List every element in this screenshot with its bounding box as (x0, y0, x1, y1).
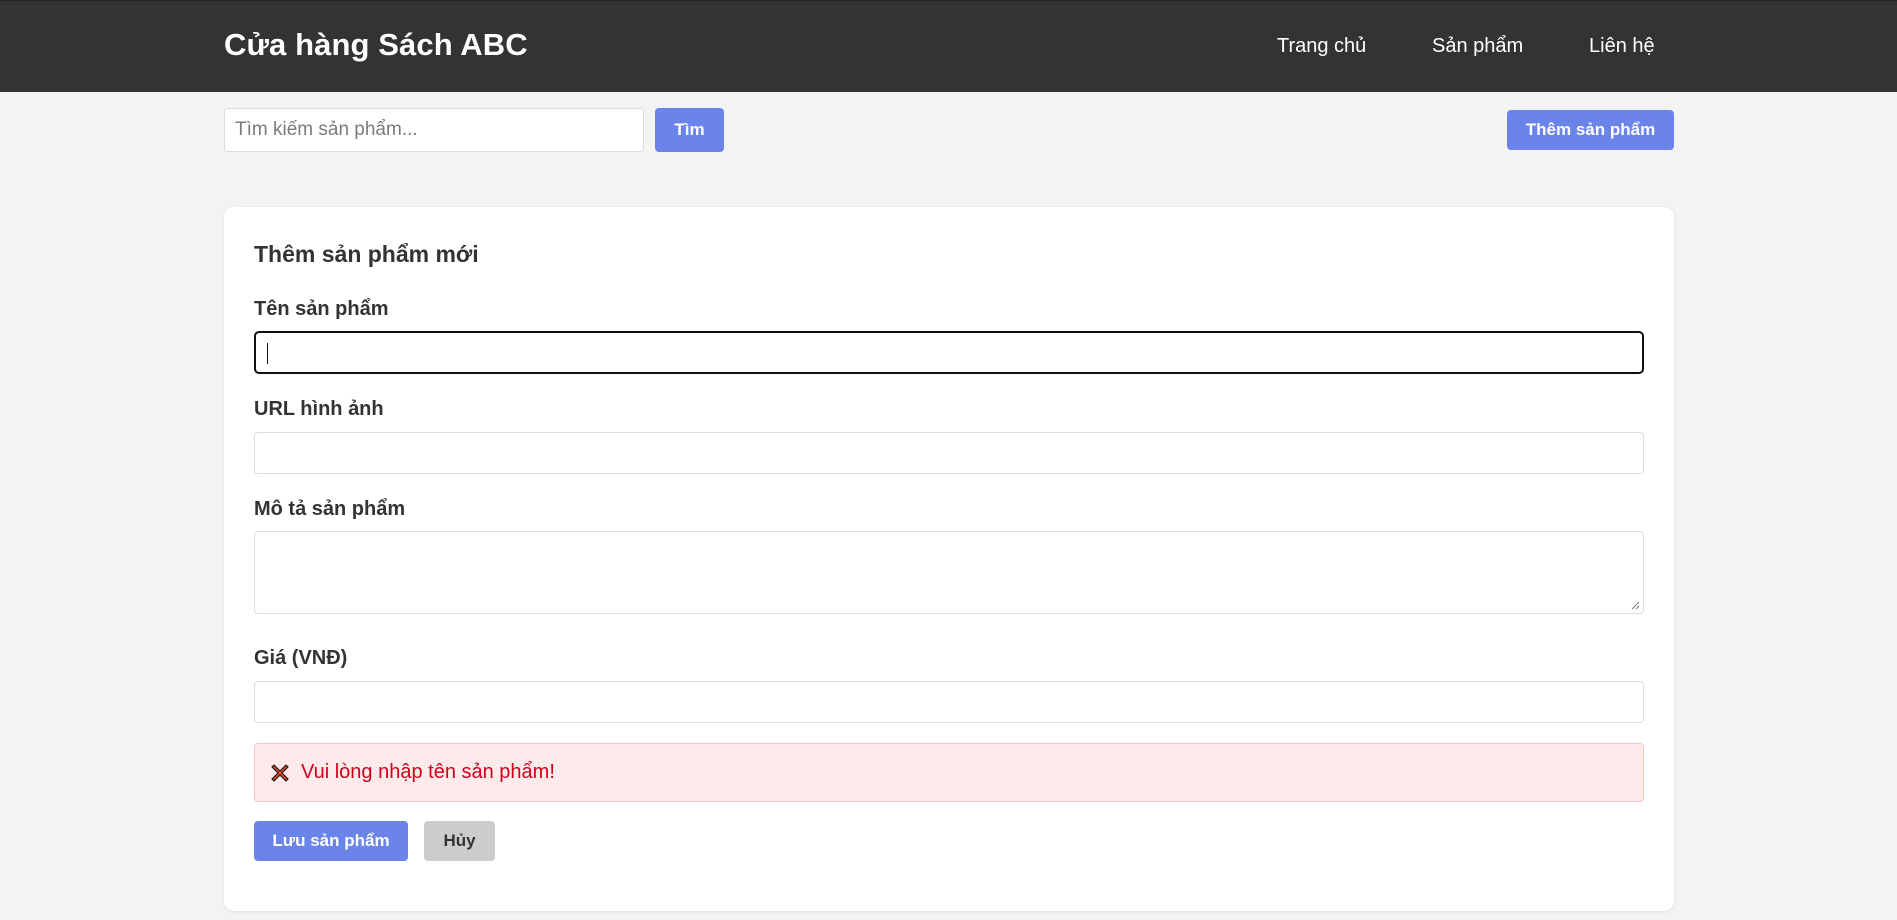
cross-mark-icon (271, 764, 289, 782)
error-alert: Vui lòng nhập tên sản phẩm! (254, 743, 1644, 802)
description-label: Mô tả sản phẩm (254, 498, 406, 520)
top-navigation-bar: Cửa hàng Sách ABC Trang chủ Sản phẩm Liê… (0, 0, 1897, 92)
search-input[interactable] (224, 108, 644, 152)
description-textarea[interactable] (254, 531, 1644, 614)
price-label: Giá (VNĐ) (254, 647, 348, 669)
error-message: Vui lòng nhập tên sản phẩm! (301, 761, 555, 783)
nav-link-products[interactable]: Sản phẩm (1432, 35, 1523, 58)
search-button[interactable]: Tìm (655, 108, 724, 152)
add-product-button[interactable]: Thêm sản phẩm (1507, 110, 1674, 150)
cancel-button[interactable]: Hủy (424, 821, 495, 861)
nav-link-contact[interactable]: Liên hệ (1589, 35, 1655, 58)
text-caret (267, 343, 268, 364)
resize-grip-icon[interactable] (1630, 600, 1640, 610)
form-title: Thêm sản phẩm mới (254, 241, 479, 267)
price-field[interactable] (254, 681, 1644, 723)
product-name-label: Tên sản phẩm (254, 298, 389, 320)
add-product-form-card: Thêm sản phẩm mới Tên sản phẩm URL hình … (224, 207, 1674, 911)
save-product-button[interactable]: Lưu sản phẩm (254, 821, 408, 861)
image-url-label: URL hình ảnh (254, 398, 384, 420)
product-name-field[interactable] (254, 331, 1644, 374)
nav-link-home[interactable]: Trang chủ (1277, 35, 1366, 58)
image-url-field[interactable] (254, 432, 1644, 474)
site-brand[interactable]: Cửa hàng Sách ABC (224, 27, 528, 63)
